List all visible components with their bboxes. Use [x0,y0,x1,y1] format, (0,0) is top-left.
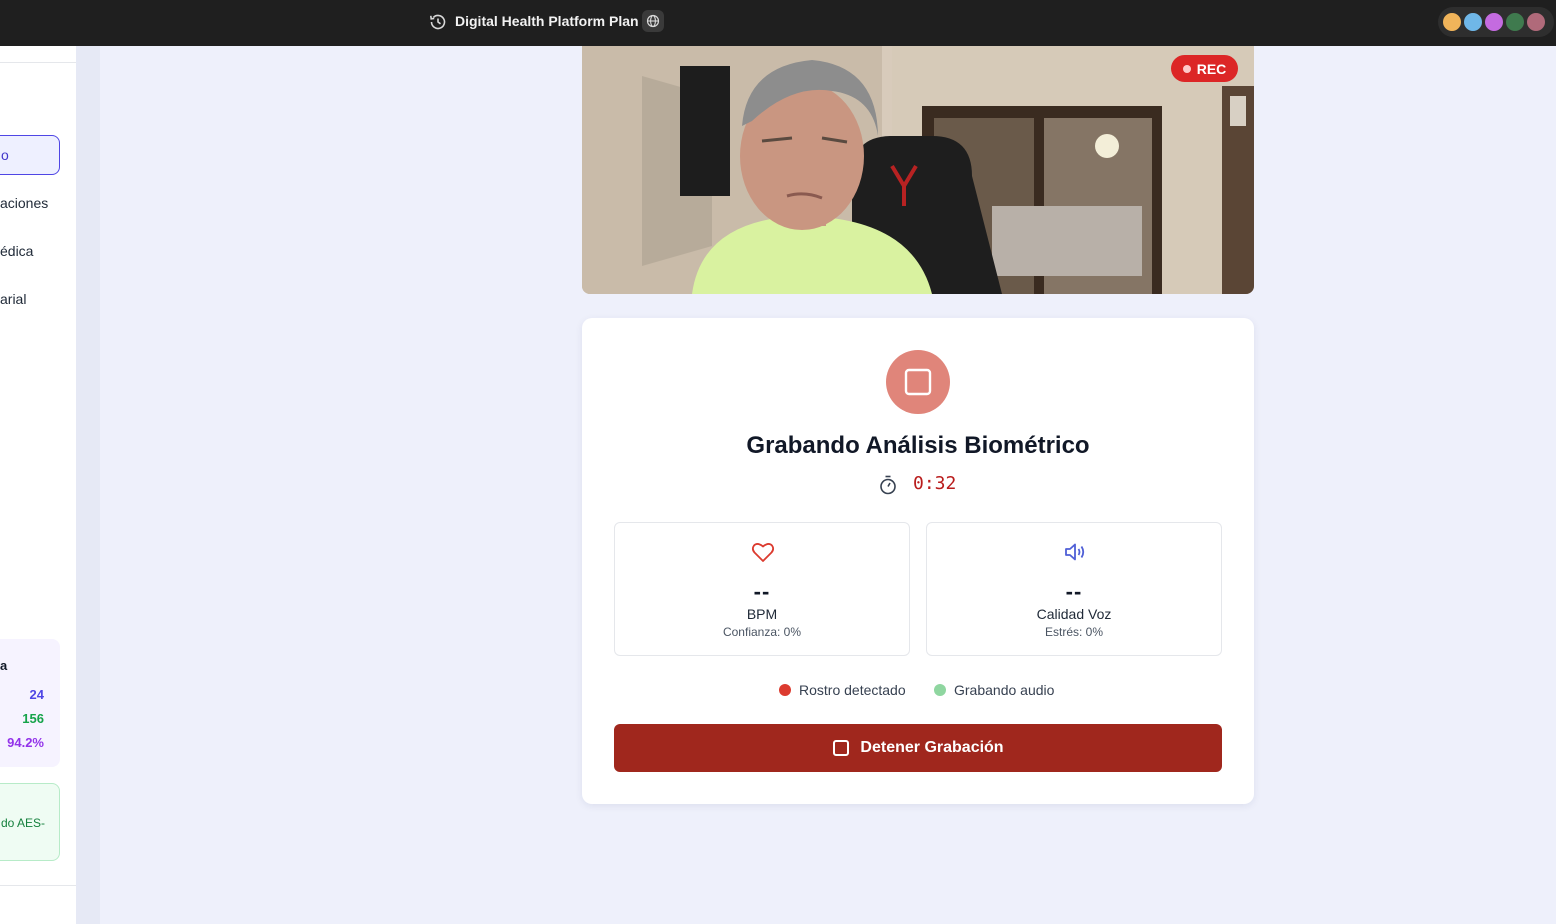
stop-recording-indicator[interactable] [886,350,950,414]
divider [0,885,76,886]
document-title[interactable]: Digital Health Platform Plan [455,13,639,29]
stop-icon [833,740,850,756]
sidebar: o aciones édica arial a 24 156 94.2% do … [0,46,76,924]
stat-value: 156 [22,711,44,726]
voice-metric-card: -- Calidad Voz Estrés: 0% [926,522,1222,656]
recording-card: Grabando Análisis Biométrico 0:32 -- BPM… [582,318,1254,804]
audio-recording-indicator: Grabando audio [934,682,1054,698]
voice-value: -- [1065,579,1083,604]
face-detected-indicator: Rostro detectado [779,682,906,698]
status-dot [934,684,946,696]
sidebar-item[interactable]: aciones [0,195,48,211]
indicator-label: Rostro detectado [799,682,906,698]
stat-value: 94.2% [7,735,44,750]
bpm-value: -- [753,579,771,604]
voice-stress: Estrés: 0% [1044,625,1104,639]
stop-icon [904,368,932,396]
encryption-text: do AES- [1,816,46,830]
top-bar: Digital Health Platform Plan [0,0,1556,46]
collaborator-avatars[interactable] [1438,7,1554,37]
avatar[interactable] [1462,11,1484,33]
rec-dot [1182,64,1191,73]
sidebar-item[interactable]: arial [0,291,26,307]
bpm-label: BPM [746,606,778,622]
avatar[interactable] [1441,11,1463,33]
bpm-confidence: Confianza: 0% [722,625,802,639]
divider [0,62,76,63]
webcam-video [582,46,1254,294]
recording-title: Grabando Análisis Biométrico [746,432,1090,459]
sidebar-item[interactable]: édica [0,243,33,259]
avatar[interactable] [1483,11,1505,33]
voice-label: Calidad Voz [1036,606,1112,622]
sidebar-item-label: o [1,147,9,163]
stop-button-label: Detener Grabación [860,739,1004,756]
video-frame [582,46,1254,294]
sidebar-gutter [76,46,100,924]
globe-button[interactable] [642,10,664,32]
timer-icon [880,475,896,495]
stats-title: a [0,658,8,673]
sidebar-item-active[interactable]: o [0,135,60,175]
avatar[interactable] [1525,11,1547,33]
heart-icon [751,543,775,562]
history-icon[interactable] [428,12,448,32]
indicator-label: Grabando audio [954,682,1055,698]
bpm-metric-card: -- BPM Confianza: 0% [614,522,910,656]
rec-badge: REC [1171,55,1238,82]
rec-label: REC [1196,60,1227,77]
speaker-icon [1065,543,1085,561]
stat-value: 24 [29,687,44,702]
globe-icon [646,14,660,28]
avatar[interactable] [1504,11,1526,33]
encryption-card: do AES- [0,783,60,861]
recording-timer: 0:32 [913,473,957,494]
stats-card: a 24 156 94.2% [0,639,60,767]
stop-recording-button[interactable]: Detener Grabación [614,724,1222,772]
status-dot [779,684,791,696]
